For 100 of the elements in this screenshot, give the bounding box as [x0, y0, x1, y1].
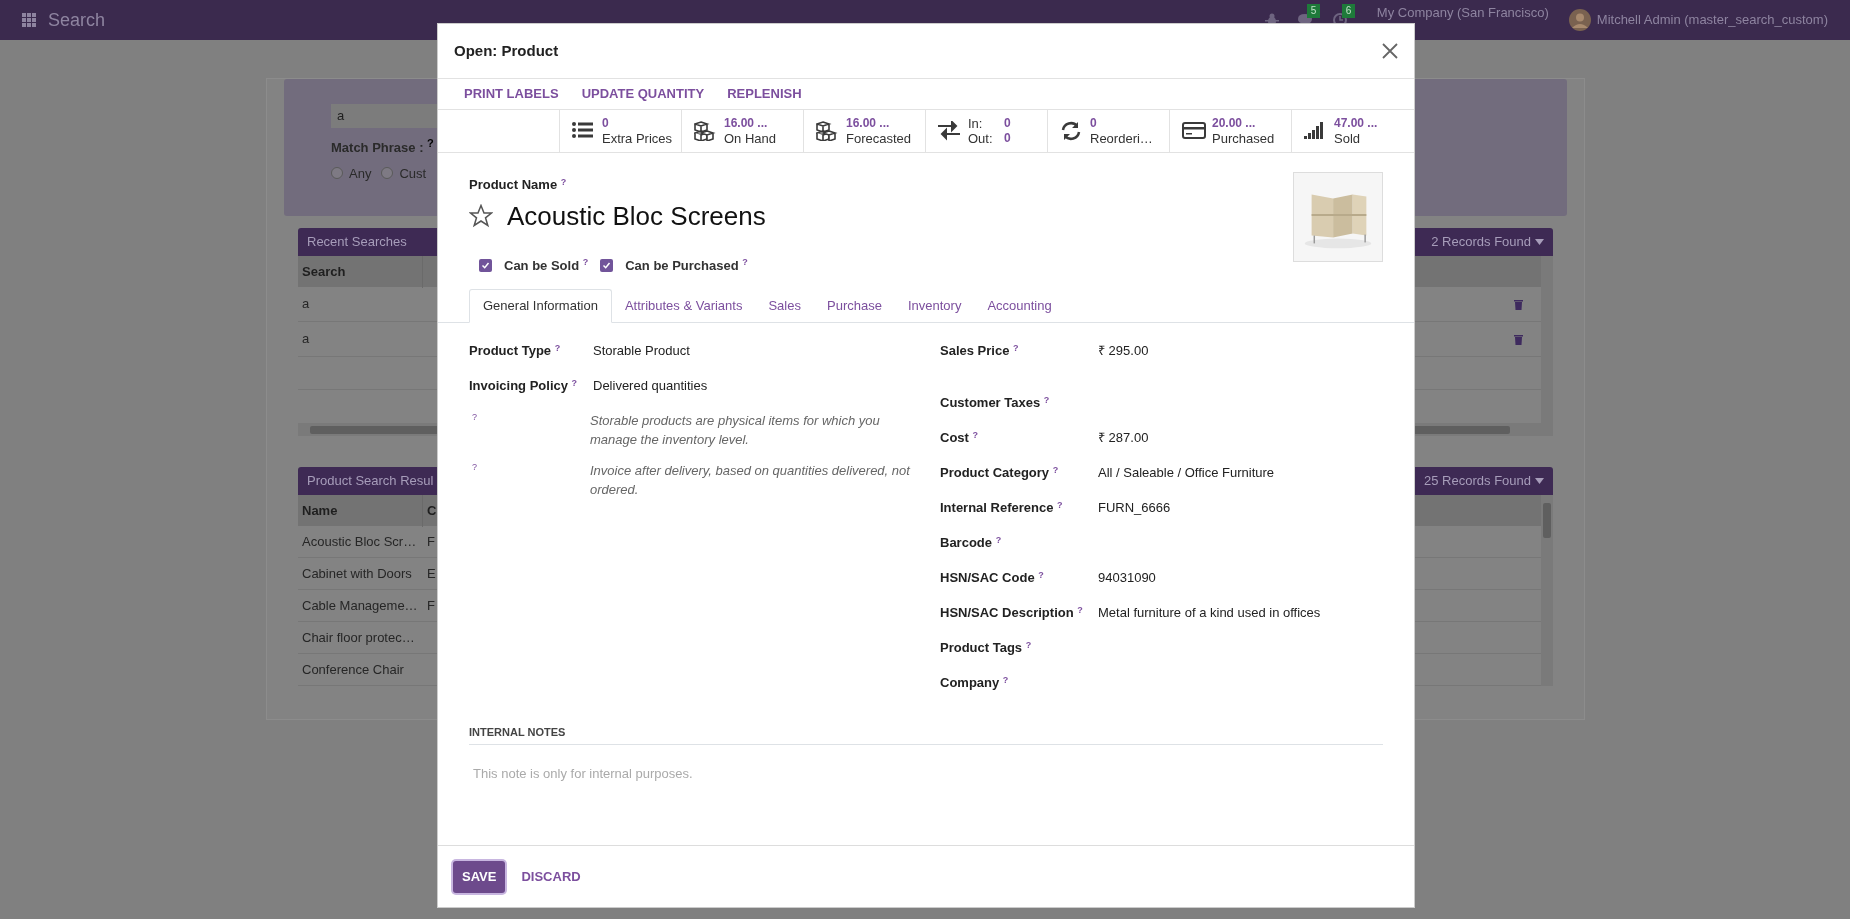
notification-badge: 6 [1341, 4, 1356, 18]
tab[interactable]: Inventory [894, 289, 975, 322]
field-label: HSN/SAC Description $^{?}$ [940, 603, 1084, 622]
stat-button[interactable]: 20.00 ... Purchased [1169, 110, 1291, 152]
field-label: HSN/SAC Code $^{?}$ [940, 568, 1045, 587]
stat-value: 0 [1004, 131, 1012, 146]
save-button[interactable]: SAVE [453, 860, 506, 893]
stat-label: Extra Prices [602, 131, 673, 146]
arrows-exchange-icon [938, 121, 962, 141]
table-cell-text: E [426, 564, 437, 583]
checkbox[interactable] [600, 258, 614, 272]
help-text: Storable products are physical items for which you manage the inventory level. [590, 412, 881, 449]
stat-button[interactable]: 16.00 ... Forecasted [803, 110, 925, 152]
checkbox-label: Can be Purchased $^{?}$ [625, 256, 748, 275]
field-label: Product Category $^{?}$ [940, 463, 1060, 482]
tab[interactable]: General Information [469, 289, 612, 323]
field-label: Sales Price $^{?}$ [940, 341, 1020, 360]
stat-button[interactable]: 47.00 ... Sold [1291, 110, 1413, 152]
field-value[interactable]: 94031090 [1098, 568, 1156, 603]
checkbox[interactable] [479, 258, 492, 272]
stat-value: 16.00 ... [724, 116, 769, 131]
panel-title: Recent Searches [307, 233, 407, 252]
stat-label: Sold [1334, 131, 1362, 146]
field-value[interactable]: Delivered quantities [593, 376, 708, 411]
field-label: Company $^{?}$ [940, 673, 1010, 692]
field-label: Product Tags $^{?}$ [940, 638, 1033, 657]
vertical-scrollbar[interactable] [1541, 256, 1553, 436]
field-label: Invoicing Policy $^{?}$ [469, 376, 579, 395]
records-found-dropdown[interactable]: 25 Records Found [1424, 471, 1544, 491]
field-value[interactable]: Storable Product [593, 341, 690, 376]
vertical-scrollbar[interactable] [1541, 495, 1553, 686]
trash-icon [1514, 298, 1523, 310]
notification-badge: 5 [1306, 4, 1321, 18]
product-name-field[interactable]: Acoustic Bloc Screens [507, 196, 766, 236]
discard-button[interactable]: DISCARD [517, 860, 585, 893]
action-button[interactable]: REPLENISH [727, 84, 802, 104]
tab[interactable]: Sales [755, 289, 814, 322]
field-label: Product Name $^{?}$ [469, 175, 568, 194]
credit-card-icon [1182, 121, 1206, 141]
help-mark: ? [471, 461, 478, 474]
field-label: Cost $^{?}$ [940, 428, 979, 447]
action-button[interactable]: UPDATE QUANTITY [581, 84, 705, 104]
stat-value: 20.00 ... [1212, 116, 1257, 131]
tab[interactable]: Accounting [974, 289, 1065, 322]
close-icon [1382, 43, 1398, 59]
tab[interactable]: Purchase [814, 289, 895, 322]
match-phrase-label: Match Phrase : $^{?}$ [331, 138, 434, 157]
trash-icon [1514, 333, 1523, 345]
app-title: Search [48, 8, 106, 32]
caret-icon [1535, 478, 1544, 484]
records-found-dropdown[interactable]: 2 Records Found [1431, 232, 1544, 252]
table-cell-text: F [426, 596, 436, 615]
tab[interactable]: Attributes & Variants [611, 289, 756, 322]
stat-label: Reorderi… [1090, 131, 1153, 146]
company-switcher[interactable]: My Company (San Francisco) [1376, 5, 1549, 20]
star-icon [469, 204, 493, 228]
field-label: Barcode $^{?}$ [940, 533, 1003, 552]
section-heading: INTERNAL NOTES [469, 724, 1383, 745]
table-cell-text: Acoustic Bloc Scr… [301, 532, 418, 551]
stat-value: 0 [602, 116, 610, 131]
panel-title: Product Search Resul [307, 472, 434, 491]
stat-value: 0 [1004, 116, 1012, 131]
table-cell-text: a [301, 295, 311, 314]
stat-label: Out: [968, 131, 994, 146]
stat-label: In: [968, 116, 984, 131]
column-header[interactable]: C [423, 500, 441, 521]
table-cell-text: Conference Chair [301, 660, 405, 679]
stat-label: On Hand [724, 131, 777, 146]
apps-menu-icon [22, 13, 36, 27]
table-cell-text: Chair floor protec… [301, 628, 416, 647]
column-header[interactable]: Name [298, 494, 423, 527]
stat-button[interactable]: 0 Extra Prices [559, 110, 681, 152]
stat-button[interactable]: 16.00 ... On Hand [681, 110, 803, 152]
table-cell-text: F [426, 532, 436, 551]
field-value[interactable]: ₹ 295.00 [1098, 341, 1149, 393]
field-value[interactable]: All / Saleable / Office Furniture [1098, 463, 1275, 498]
check-icon [481, 260, 490, 270]
stat-value: 47.00 ... [1334, 116, 1378, 131]
stat-button[interactable]: In: 0 Out: 0 [925, 110, 1047, 152]
stat-label: Forecasted [846, 131, 912, 146]
caret-icon [1535, 239, 1544, 245]
action-button[interactable]: PRINT LABELS [464, 84, 559, 104]
field-label: Internal Reference $^{?}$ [940, 498, 1064, 517]
checkbox-label: Can be Sold $^{?}$ [504, 256, 589, 275]
field-value[interactable]: ₹ 287.00 [1098, 428, 1149, 463]
table-cell-text: a [301, 330, 311, 349]
user-menu[interactable]: Mitchell Admin (master_search_custom) [1596, 10, 1828, 30]
table-cell-text: Cabinet with Doors [301, 564, 413, 583]
field-value[interactable]: Metal furniture of a kind used in offices [1098, 603, 1321, 638]
table-cell-text: Cable Manageme… [301, 596, 419, 615]
field-value[interactable]: FURN_6666 [1098, 498, 1171, 533]
dialog-title: Open: Product [454, 40, 559, 61]
field-label: Product Type $^{?}$ [469, 341, 562, 360]
help-text: Invoice after delivery, based on quantities delivered, not ordered. [590, 462, 912, 499]
help-mark: ? [471, 411, 478, 424]
field-label: Customer Taxes $^{?}$ [940, 393, 1051, 412]
column-header[interactable]: Search [298, 255, 423, 288]
stat-button[interactable]: 0 Reorderi… [1047, 110, 1169, 152]
list-icon [572, 121, 596, 141]
stat-label: Purchased [1212, 131, 1275, 146]
